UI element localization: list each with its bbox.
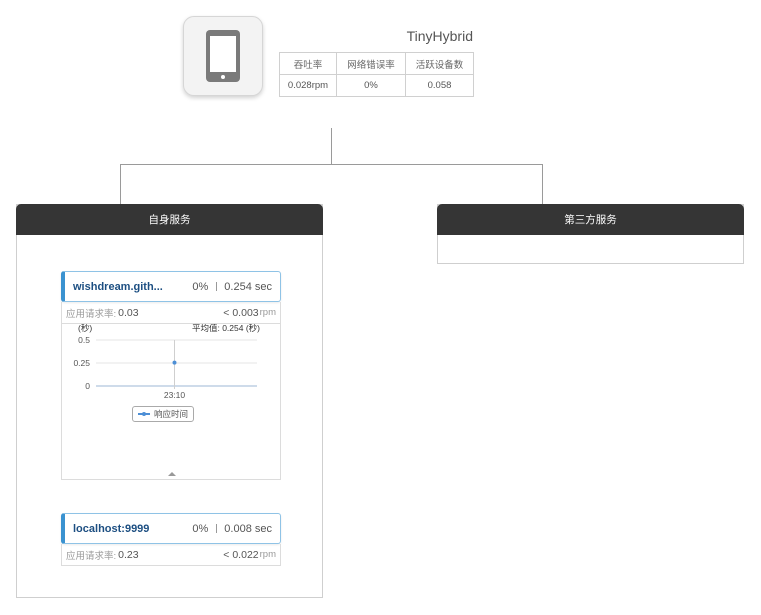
service-error-rate: 0% bbox=[192, 522, 209, 535]
metric-header-throughput: 吞吐率 bbox=[279, 52, 337, 75]
connector-horizontal bbox=[120, 164, 543, 165]
average-label: 平均值: 0.254 (秒) bbox=[192, 324, 260, 333]
y-tick-label: 0 bbox=[85, 381, 90, 391]
app-node-icon[interactable] bbox=[183, 16, 263, 96]
service-error-rate: 0% bbox=[192, 280, 209, 293]
service-card: localhost:9999 0% 0.008 sec 应用请求率: 0.23 … bbox=[61, 513, 281, 566]
legend-label: 响应时间 bbox=[154, 409, 189, 419]
connector-right bbox=[542, 164, 543, 204]
group-self-header[interactable]: 自身服务 bbox=[16, 204, 323, 235]
rpm-unit: rpm bbox=[259, 549, 276, 560]
metric-value-error-rate: 0% bbox=[336, 74, 406, 97]
service-card: wishdream.gith... 0% 0.254 sec 应用请求率: 0.… bbox=[61, 271, 281, 480]
connector-left bbox=[120, 164, 121, 204]
group-self-services: 自身服务 wishdream.gith... 0% 0.254 sec 应用请求… bbox=[16, 204, 323, 598]
divider bbox=[216, 282, 218, 291]
service-stats: 应用请求率: 0.03 < 0.003 rpm bbox=[61, 302, 281, 324]
group-third-party-services: 第三方服务 bbox=[437, 204, 744, 264]
request-rate-label: 应用请求率: bbox=[66, 550, 117, 562]
rpm-value: < 0.022 bbox=[223, 548, 259, 561]
collapse-caret-icon[interactable] bbox=[168, 472, 176, 476]
metric-header-active-devices: 活跃设备数 bbox=[405, 52, 474, 75]
response-time-chart: (秒) 平均值: 0.254 (秒) 0.5 0.25 0 23:10 响应时间 bbox=[61, 324, 281, 480]
divider bbox=[216, 524, 218, 533]
rpm-unit: rpm bbox=[259, 307, 276, 318]
service-response-time: 0.008 sec bbox=[224, 522, 272, 535]
app-metrics-table: 吞吐率 网络错误率 活跃设备数 0.028rpm 0% 0.058 bbox=[279, 52, 474, 97]
chart-svg: (秒) 平均值: 0.254 (秒) 0.5 0.25 0 23:10 bbox=[73, 324, 260, 400]
y-axis-label: (秒) bbox=[78, 324, 92, 333]
service-name[interactable]: wishdream.gith... bbox=[73, 281, 192, 293]
chart-legend[interactable]: 响应时间 bbox=[132, 406, 195, 422]
metric-value-active-devices: 0.058 bbox=[405, 74, 474, 97]
service-name[interactable]: localhost:9999 bbox=[73, 523, 192, 535]
request-rate-value: 0.03 bbox=[118, 306, 139, 319]
metric-header-error-rate: 网络错误率 bbox=[336, 52, 406, 75]
legend-line-icon bbox=[138, 412, 150, 416]
service-header[interactable]: wishdream.gith... 0% 0.254 sec bbox=[61, 271, 281, 302]
data-point bbox=[172, 360, 177, 365]
rpm-value: < 0.003 bbox=[223, 306, 259, 319]
service-stats: 应用请求率: 0.23 < 0.022 rpm bbox=[61, 544, 281, 566]
y-tick-label: 0.5 bbox=[78, 335, 90, 345]
y-tick-label: 0.25 bbox=[73, 358, 90, 368]
request-rate-label: 应用请求率: bbox=[66, 308, 117, 320]
metric-value-throughput: 0.028rpm bbox=[279, 74, 337, 97]
connector-trunk bbox=[331, 128, 332, 164]
service-header[interactable]: localhost:9999 0% 0.008 sec bbox=[61, 513, 281, 544]
x-tick-label: 23:10 bbox=[164, 390, 186, 400]
phone-icon bbox=[206, 30, 240, 82]
app-title: TinyHybrid bbox=[406, 28, 473, 44]
group-third-header[interactable]: 第三方服务 bbox=[437, 204, 744, 235]
service-response-time: 0.254 sec bbox=[224, 280, 272, 293]
request-rate-value: 0.23 bbox=[118, 548, 139, 561]
